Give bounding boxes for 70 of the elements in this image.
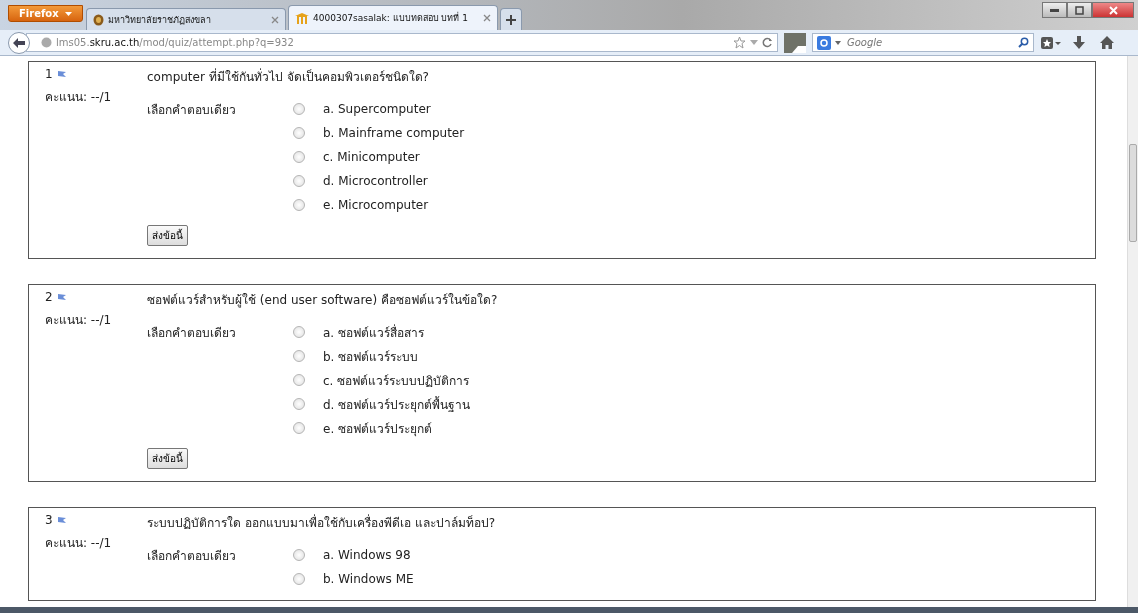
search-box[interactable]: Google — [812, 33, 1034, 52]
radio-button[interactable] — [293, 151, 305, 163]
prompt-label: เลือกคำตอบเดียว — [147, 102, 237, 119]
search-icon[interactable] — [1018, 37, 1029, 48]
new-tab-button[interactable] — [500, 8, 522, 30]
option-label[interactable]: e. Microcomputer — [323, 198, 429, 212]
option-label[interactable]: d. Microcontroller — [323, 174, 428, 188]
question-text: ระบบปฏิบัติการใด ออกแบบมาเพื่อใช้กับเครื่องพีดีเอ และปาล์มท็อป? — [147, 513, 496, 532]
question-number: 3 — [45, 513, 53, 527]
tab-title: 4000307sasalak: แบบทดสอบ บทที่ 1 — [313, 11, 470, 25]
option-label[interactable]: c. ซอฟต์แวร์ระบบปฏิบัติการ — [323, 370, 470, 390]
star-folder-icon — [1041, 36, 1061, 49]
option-label[interactable]: b. ซอฟต์แวร์ระบบ — [323, 346, 419, 366]
score-label: คะแนน: --/1 — [45, 535, 113, 552]
download-arrow-icon — [1073, 36, 1085, 49]
radio-button[interactable] — [293, 127, 305, 139]
browser-tab[interactable]: 4000307sasalak: แบบทดสอบ บทที่ 1 — [288, 5, 498, 30]
home-icon — [1100, 36, 1114, 49]
prompt-label: เลือกคำตอบเดียว — [147, 548, 237, 565]
restore-button[interactable] — [1067, 2, 1092, 18]
radio-button[interactable] — [293, 549, 305, 561]
star-icon[interactable] — [733, 36, 746, 49]
close-button[interactable] — [1092, 2, 1134, 18]
radio-button[interactable] — [293, 175, 305, 187]
back-arrow-icon — [13, 37, 25, 48]
option-label[interactable]: a. Windows 98 — [323, 548, 411, 562]
radio-button[interactable] — [293, 199, 305, 211]
globe-icon — [41, 37, 52, 48]
dropdown-icon[interactable] — [835, 40, 841, 45]
question-number: 1 — [45, 67, 53, 81]
tab-title: มหาวิทยาลัยราชภัฏสงขลา — [108, 13, 212, 27]
question-text: ซอฟต์แวร์สำหรับผู้ใช้ (end user software) คือซอฟต์แวร์ในข้อใด? — [147, 292, 499, 309]
scrollbar[interactable] — [1127, 56, 1138, 607]
address-field[interactable]: lms05.skru.ac.th/mod/quiz/attempt.php?q=932 — [26, 33, 778, 52]
question-number: 2 — [45, 290, 53, 304]
caret-icon — [64, 11, 72, 16]
prompt-label: เลือกคำตอบเดียว — [147, 325, 237, 342]
option-label[interactable]: b. Mainframe computer — [323, 126, 465, 140]
back-button[interactable] — [8, 31, 30, 54]
option-label[interactable]: b. Windows ME — [323, 572, 414, 586]
option-label[interactable]: d. ซอฟต์แวร์ประยุกต์พื้นฐาน — [323, 394, 471, 414]
flag-icon[interactable] — [56, 70, 67, 78]
close-icon[interactable] — [271, 15, 279, 24]
submit-button[interactable]: ส่งข้อนี้ — [147, 225, 188, 246]
minimize-button[interactable] — [1042, 2, 1067, 18]
option-label[interactable]: a. ซอฟต์แวร์สื่อสาร — [323, 322, 424, 342]
radio-button[interactable] — [293, 326, 305, 338]
restore-icon — [1075, 5, 1084, 15]
flag-icon[interactable] — [56, 293, 67, 301]
option-label[interactable]: a. Supercomputer — [323, 102, 431, 116]
radio-button[interactable] — [293, 374, 305, 386]
close-icon — [1108, 5, 1118, 15]
radio-button[interactable] — [293, 398, 305, 410]
flag-icon[interactable] — [56, 516, 67, 524]
option-label[interactable]: c. Minicomputer — [323, 150, 420, 164]
submit-button[interactable]: ส่งข้อนี้ — [147, 448, 188, 469]
radio-button[interactable] — [293, 103, 305, 115]
minimize-icon — [1050, 8, 1059, 12]
logo-icon — [295, 12, 309, 24]
score-label: คะแนน: --/1 — [45, 89, 113, 106]
close-icon[interactable] — [483, 14, 491, 22]
radio-button[interactable] — [293, 573, 305, 585]
option-label[interactable]: e. ซอฟต์แวร์ประยุกต์ — [323, 418, 432, 438]
browser-tab[interactable]: มหาวิทยาลัยราชภัฏสงขลา — [86, 8, 286, 30]
radio-button[interactable] — [293, 350, 305, 362]
question-text: computer ที่มีใช้กันทั่วไป จัดเป็นคอมพิวเตอร์ชนิดใด? — [147, 67, 430, 86]
plus-icon — [506, 14, 516, 25]
score-label: คะแนน: --/1 — [45, 312, 113, 329]
radio-button[interactable] — [293, 422, 305, 434]
reload-icon[interactable] — [762, 37, 773, 48]
